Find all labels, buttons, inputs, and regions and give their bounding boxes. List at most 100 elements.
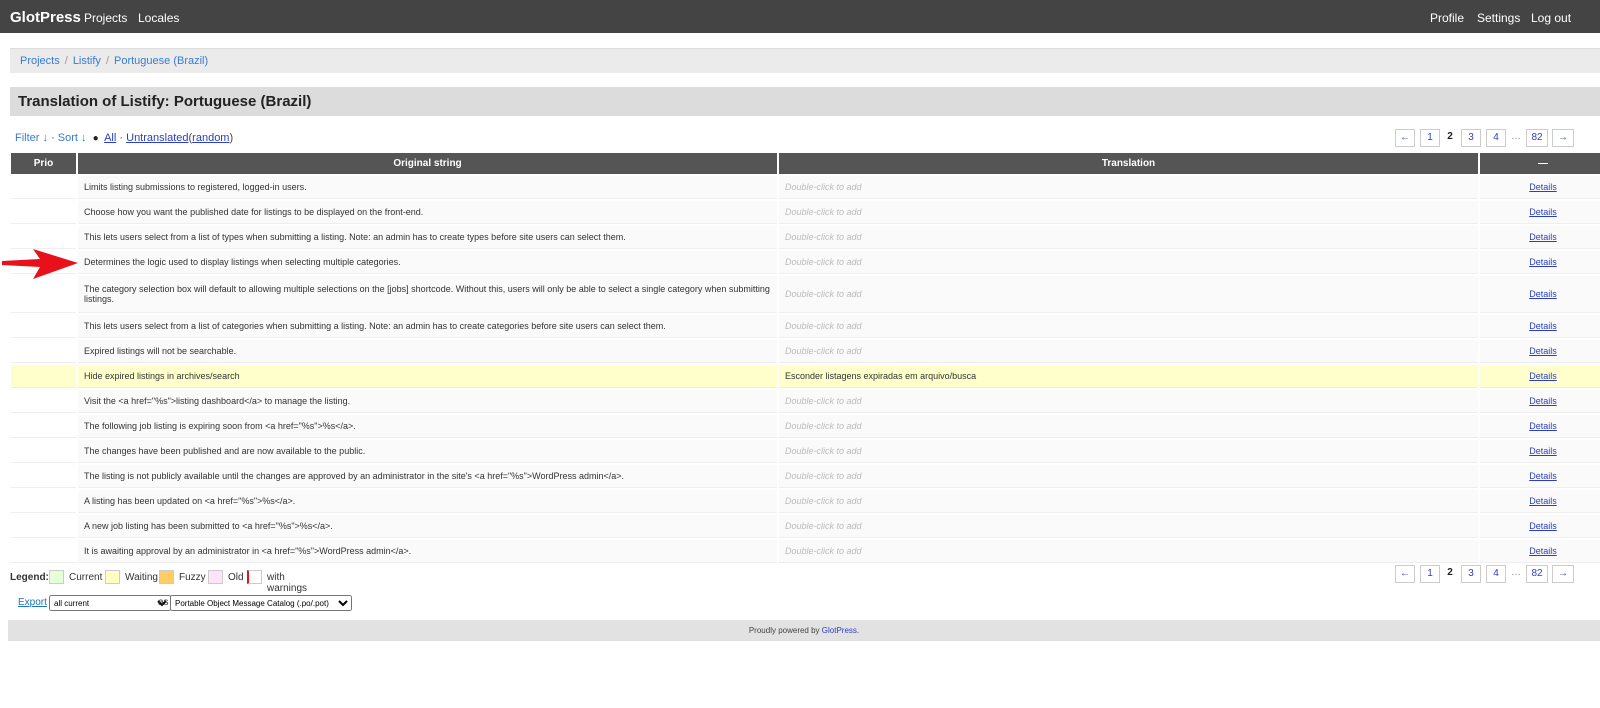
table-row[interactable]: The listing is not publicly available un… xyxy=(11,465,1600,488)
footer-glotpress-link[interactable]: GlotPress. xyxy=(822,626,859,635)
actions-cell: Details xyxy=(1480,340,1600,363)
original-string-cell[interactable]: Limits listing submissions to registered… xyxy=(78,176,777,199)
table-row[interactable]: Hide expired listings in archives/search… xyxy=(11,365,1600,388)
original-string-cell[interactable]: The category selection box will default … xyxy=(78,276,777,313)
column-header-prio[interactable]: Prio xyxy=(11,153,76,174)
original-string-cell[interactable]: A listing has been updated on <a href="%… xyxy=(78,490,777,513)
translation-cell[interactable]: Double-click to add xyxy=(779,390,1478,413)
page-3-button[interactable]: 3 xyxy=(1461,565,1481,583)
details-link[interactable]: Details xyxy=(1529,471,1557,481)
export-link[interactable]: Export xyxy=(18,597,47,608)
table-row[interactable]: A listing has been updated on <a href="%… xyxy=(11,490,1600,513)
sort-toggle[interactable]: Sort ↓ xyxy=(58,132,87,144)
page-4-button[interactable]: 4 xyxy=(1486,129,1506,147)
details-link[interactable]: Details xyxy=(1529,496,1557,506)
table-row[interactable]: Visit the <a href="%s">listing dashboard… xyxy=(11,390,1600,413)
breadcrumb-listify[interactable]: Listify xyxy=(73,55,101,67)
original-string-cell[interactable]: Determines the logic used to display lis… xyxy=(78,251,777,274)
original-string-cell[interactable]: Choose how you want the published date f… xyxy=(78,201,777,224)
details-link[interactable]: Details xyxy=(1529,207,1557,217)
table-row[interactable]: The category selection box will default … xyxy=(11,276,1600,313)
export-filter-select[interactable]: all current xyxy=(49,595,171,611)
translation-cell[interactable]: Double-click to add xyxy=(779,540,1478,563)
table-row[interactable]: Expired listings will not be searchable.… xyxy=(11,340,1600,363)
page-1-button[interactable]: 1 xyxy=(1420,129,1440,147)
translation-cell[interactable]: Double-click to add xyxy=(779,251,1478,274)
translation-cell[interactable]: Double-click to add xyxy=(779,315,1478,338)
next-page-button[interactable]: → xyxy=(1552,129,1574,147)
original-string-cell[interactable]: This lets users select from a list of ca… xyxy=(78,315,777,338)
filter-untranslated-link[interactable]: Untranslated xyxy=(126,132,188,144)
page-3-button[interactable]: 3 xyxy=(1461,129,1481,147)
translation-cell[interactable]: Double-click to add xyxy=(779,440,1478,463)
filter-toggle[interactable]: Filter ↓ xyxy=(15,132,48,144)
nav-logout[interactable]: Log out xyxy=(1531,11,1571,25)
translation-cell[interactable]: Double-click to add xyxy=(779,465,1478,488)
prev-page-button[interactable]: ← xyxy=(1395,129,1415,147)
breadcrumb-projects[interactable]: Projects xyxy=(20,55,60,67)
nav-settings[interactable]: Settings xyxy=(1477,11,1520,25)
translation-cell[interactable]: Double-click to add xyxy=(779,176,1478,199)
translation-cell[interactable]: Double-click to add xyxy=(779,226,1478,249)
legend-swatch-warnings xyxy=(247,570,262,584)
original-string-cell[interactable]: The following job listing is expiring so… xyxy=(78,415,777,438)
details-link[interactable]: Details xyxy=(1529,232,1557,242)
table-row[interactable]: Limits listing submissions to registered… xyxy=(11,176,1600,199)
details-link[interactable]: Details xyxy=(1529,182,1557,192)
table-row[interactable]: A new job listing has been submitted to … xyxy=(11,515,1600,538)
column-header-original[interactable]: Original string xyxy=(78,153,777,174)
details-link[interactable]: Details xyxy=(1529,421,1557,431)
table-row[interactable]: The following job listing is expiring so… xyxy=(11,415,1600,438)
export-format-select[interactable]: Portable Object Message Catalog (.po/.po… xyxy=(170,595,352,611)
nav-locales[interactable]: Locales xyxy=(138,11,179,25)
nav-projects[interactable]: Projects xyxy=(84,11,127,25)
original-string-cell[interactable]: It is awaiting approval by an administra… xyxy=(78,540,777,563)
prev-page-button[interactable]: ← xyxy=(1395,565,1415,583)
original-string-cell[interactable]: Visit the <a href="%s">listing dashboard… xyxy=(78,390,777,413)
details-link[interactable]: Details xyxy=(1529,396,1557,406)
translation-cell[interactable]: Double-click to add xyxy=(779,415,1478,438)
table-row[interactable]: Determines the logic used to display lis… xyxy=(11,251,1600,274)
details-link[interactable]: Details xyxy=(1529,289,1557,299)
translation-cell[interactable]: Double-click to add xyxy=(779,515,1478,538)
brand-logo[interactable]: GlotPress xyxy=(10,9,81,26)
filter-all-link[interactable]: All xyxy=(104,132,116,144)
table-row[interactable]: This lets users select from a list of ca… xyxy=(11,315,1600,338)
original-string-cell[interactable]: The changes have been published and are … xyxy=(78,440,777,463)
original-string-cell[interactable]: Hide expired listings in archives/search xyxy=(78,365,777,388)
table-row[interactable]: It is awaiting approval by an administra… xyxy=(11,540,1600,563)
details-link[interactable]: Details xyxy=(1529,521,1557,531)
details-link[interactable]: Details xyxy=(1529,346,1557,356)
original-string-cell[interactable]: The listing is not publicly available un… xyxy=(78,465,777,488)
details-link[interactable]: Details xyxy=(1529,257,1557,267)
translation-cell[interactable]: Double-click to add xyxy=(779,340,1478,363)
page-1-button[interactable]: 1 xyxy=(1420,565,1440,583)
column-header-translation[interactable]: Translation xyxy=(779,153,1478,174)
filter-random-link[interactable]: random xyxy=(192,132,229,144)
table-row[interactable]: The changes have been published and are … xyxy=(11,440,1600,463)
details-link[interactable]: Details xyxy=(1529,546,1557,556)
details-link[interactable]: Details xyxy=(1529,321,1557,331)
actions-cell: Details xyxy=(1480,415,1600,438)
table-row[interactable]: This lets users select from a list of ty… xyxy=(11,226,1600,249)
translation-cell[interactable]: Double-click to add xyxy=(779,276,1478,313)
prio-cell xyxy=(11,365,76,388)
breadcrumb-locale[interactable]: Portuguese (Brazil) xyxy=(114,55,208,67)
details-link[interactable]: Details xyxy=(1529,446,1557,456)
original-string-cell[interactable]: This lets users select from a list of ty… xyxy=(78,226,777,249)
original-string-cell[interactable]: Expired listings will not be searchable. xyxy=(78,340,777,363)
details-link[interactable]: Details xyxy=(1529,371,1557,381)
translation-cell[interactable]: Esconder listagens expiradas em arquivo/… xyxy=(779,365,1478,388)
nav-profile[interactable]: Profile xyxy=(1430,11,1464,25)
footer: Proudly powered by GlotPress. xyxy=(8,620,1600,641)
page-last-button[interactable]: 82 xyxy=(1526,129,1548,147)
page-last-button[interactable]: 82 xyxy=(1526,565,1548,583)
actions-cell: Details xyxy=(1480,390,1600,413)
translation-cell[interactable]: Double-click to add xyxy=(779,490,1478,513)
translation-cell[interactable]: Double-click to add xyxy=(779,201,1478,224)
next-page-button[interactable]: → xyxy=(1552,565,1574,583)
original-string-cell[interactable]: A new job listing has been submitted to … xyxy=(78,515,777,538)
pagination-ellipsis: … xyxy=(1509,129,1523,147)
page-4-button[interactable]: 4 xyxy=(1486,565,1506,583)
table-row[interactable]: Choose how you want the published date f… xyxy=(11,201,1600,224)
